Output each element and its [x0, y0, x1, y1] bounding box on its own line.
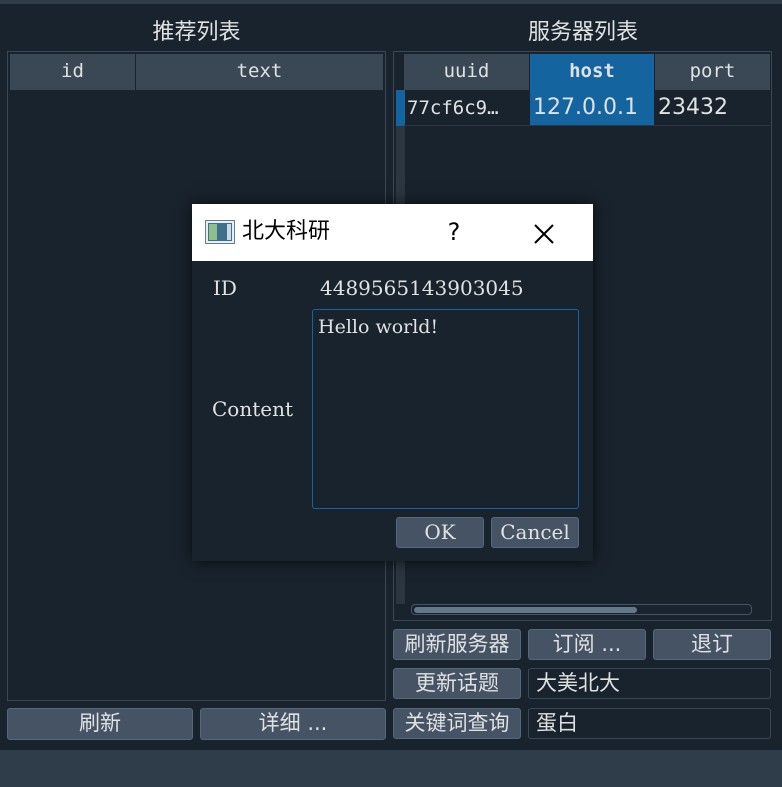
- cell-host[interactable]: 127.0.0.1: [530, 90, 654, 125]
- detail-dialog[interactable]: 北大科研 ? ID 4489565143903045 Content Hello…: [192, 204, 593, 561]
- id-value: 4489565143903045: [320, 276, 524, 300]
- status-bar: [0, 750, 782, 787]
- dialog-title: 北大科研: [242, 219, 331, 244]
- top-strip: [0, 0, 782, 4]
- close-icon[interactable]: [533, 223, 555, 245]
- column-header-host[interactable]: host: [530, 54, 655, 90]
- cancel-button[interactable]: Cancel: [491, 517, 579, 548]
- keyword-query-button[interactable]: 关键词查询: [393, 708, 521, 739]
- ok-button[interactable]: OK: [396, 517, 484, 548]
- refresh-button[interactable]: 刷新: [7, 708, 193, 740]
- content-label: Content: [212, 397, 294, 421]
- content-textarea[interactable]: Hello world!: [312, 309, 579, 509]
- subscribe-button[interactable]: 订阅 ...: [528, 629, 646, 660]
- column-header-uuid[interactable]: uuid: [404, 54, 530, 90]
- column-header-text[interactable]: text: [136, 54, 384, 90]
- update-topic-button[interactable]: 更新话题: [393, 668, 521, 699]
- dialog-titlebar[interactable]: 北大科研 ?: [192, 204, 593, 261]
- close-button[interactable]: [526, 216, 562, 250]
- scrollbar-thumb[interactable]: [414, 607, 637, 613]
- column-header-port[interactable]: port: [655, 54, 770, 90]
- id-label: ID: [213, 276, 237, 300]
- detail-button[interactable]: 详细 ...: [200, 708, 386, 740]
- table-row[interactable]: 77cf6c9… 127.0.0.1 23432: [404, 90, 770, 126]
- help-button[interactable]: ?: [440, 214, 468, 250]
- horizontal-scrollbar[interactable]: [411, 604, 752, 615]
- column-header-id[interactable]: id: [10, 54, 136, 90]
- topic-field[interactable]: 大美北大: [528, 668, 771, 699]
- keyword-field[interactable]: 蛋白: [528, 708, 771, 739]
- cell-uuid[interactable]: 77cf6c9…: [404, 92, 529, 124]
- cell-port[interactable]: 23432: [655, 92, 770, 124]
- refresh-servers-button[interactable]: 刷新服务器: [393, 629, 521, 660]
- unsubscribe-button[interactable]: 退订: [653, 629, 771, 660]
- server-list-title: 服务器列表: [527, 20, 638, 45]
- recommend-list-title: 推荐列表: [152, 20, 241, 45]
- app-icon: [205, 220, 235, 244]
